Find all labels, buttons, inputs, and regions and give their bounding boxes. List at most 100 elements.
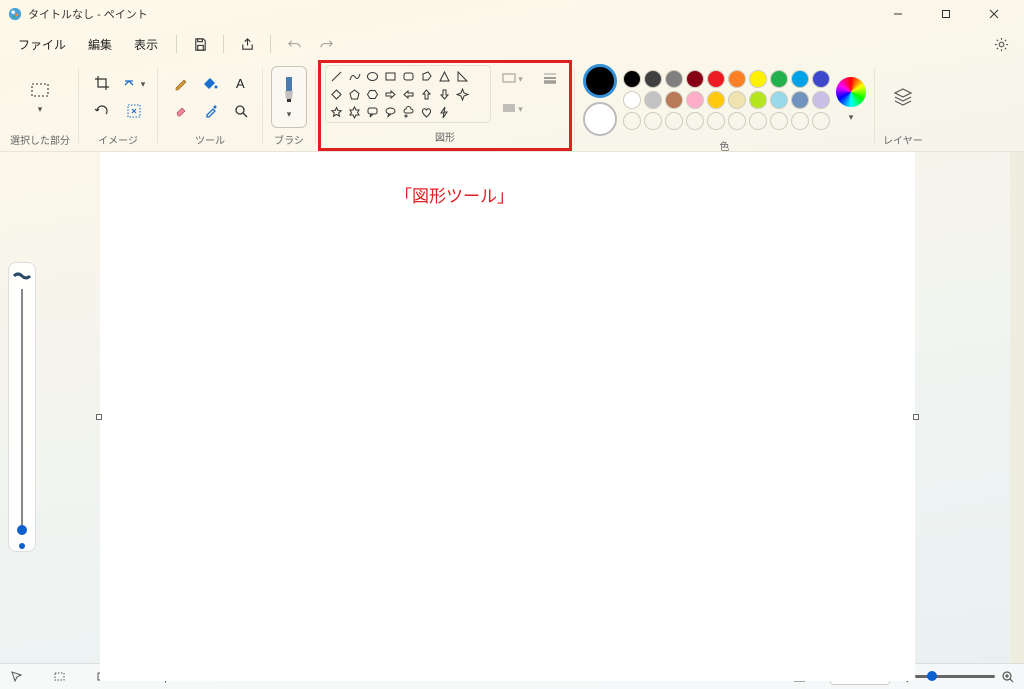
color-swatch[interactable] (707, 70, 725, 88)
group-brush: ▾ ブラシ (265, 60, 313, 151)
window-title: タイトルなし - ペイント (28, 6, 876, 22)
color-swatch[interactable] (707, 91, 725, 109)
maximize-button[interactable] (924, 0, 968, 28)
color-swatch[interactable] (791, 70, 809, 88)
color-swatch[interactable] (644, 70, 662, 88)
brush-tool[interactable]: ▾ (271, 66, 307, 128)
shape-oval[interactable] (364, 68, 380, 84)
color-swatch[interactable] (644, 91, 662, 109)
menu-edit[interactable]: 編集 (78, 32, 122, 57)
annotation-label: 「図形ツール」 (395, 182, 514, 207)
resize-handle-left[interactable] (96, 414, 102, 420)
layers-button[interactable] (885, 73, 921, 121)
color-swatch[interactable] (686, 91, 704, 109)
minimize-button[interactable] (876, 0, 920, 28)
shape-6point-star[interactable] (346, 104, 362, 120)
color-swatch-empty[interactable] (791, 112, 809, 130)
canvas[interactable] (100, 152, 915, 681)
settings-button[interactable] (986, 31, 1016, 57)
color-swatch-empty[interactable] (644, 112, 662, 130)
redo-button[interactable] (311, 31, 341, 57)
color-swatch[interactable] (623, 70, 641, 88)
shape-4point-star[interactable] (454, 86, 470, 102)
shape-triangle[interactable] (436, 68, 452, 84)
magnifier-tool[interactable] (226, 98, 256, 124)
crop-tool[interactable] (87, 70, 117, 96)
color-primary[interactable] (583, 64, 617, 98)
slider-track[interactable] (21, 289, 23, 535)
cursor-position (10, 670, 29, 683)
shape-arrow-down[interactable] (436, 86, 452, 102)
color-swatch[interactable] (812, 70, 830, 88)
resize-tool[interactable]: ▾ (119, 70, 149, 96)
text-tool[interactable]: A (226, 70, 256, 96)
color-swatch-empty[interactable] (749, 112, 767, 130)
scrollbar-vertical[interactable] (1010, 152, 1024, 663)
shape-polygon[interactable] (418, 68, 434, 84)
color-swatch[interactable] (791, 91, 809, 109)
brush-size-slider[interactable] (8, 262, 36, 552)
close-button[interactable] (972, 0, 1016, 28)
shape-fill-button[interactable]: ▾ (497, 95, 527, 121)
color-swatch[interactable] (770, 91, 788, 109)
shape-callout-oval[interactable] (382, 104, 398, 120)
shape-pentagon[interactable] (346, 86, 362, 102)
color-swatch-empty[interactable] (812, 112, 830, 130)
color-swatch-empty[interactable] (728, 112, 746, 130)
color-swatch[interactable] (728, 70, 746, 88)
resize-handle-right[interactable] (913, 414, 919, 420)
shape-arrow-up[interactable] (418, 86, 434, 102)
color-swatch[interactable] (728, 91, 746, 109)
color-swatch[interactable] (812, 91, 830, 109)
color-swatch-empty[interactable] (623, 112, 641, 130)
line-width-button[interactable] (535, 65, 565, 91)
edit-colors-button[interactable] (836, 77, 866, 107)
color-swatch-empty[interactable] (665, 112, 683, 130)
share-button[interactable] (232, 31, 262, 57)
shape-rounded-rectangle[interactable] (400, 68, 416, 84)
rotate-tool[interactable] (87, 98, 117, 124)
shape-curve[interactable] (346, 68, 362, 84)
shape-right-triangle[interactable] (454, 68, 470, 84)
shape-lightning[interactable] (436, 104, 452, 120)
color-swatch-empty[interactable] (770, 112, 788, 130)
color-swatch[interactable] (623, 91, 641, 109)
color-swatch[interactable] (749, 70, 767, 88)
color-swatch[interactable] (749, 91, 767, 109)
shape-arrow-right[interactable] (382, 86, 398, 102)
color-secondary[interactable] (583, 102, 617, 136)
zoom-in-button[interactable] (1001, 670, 1014, 683)
selection-size (53, 670, 72, 683)
undo-button[interactable] (279, 31, 309, 57)
shapes-gallery[interactable] (325, 65, 491, 123)
shape-5point-star[interactable] (328, 104, 344, 120)
shape-callout-cloud[interactable] (400, 104, 416, 120)
color-swatch[interactable] (665, 91, 683, 109)
shape-hexagon[interactable] (364, 86, 380, 102)
fill-tool[interactable] (196, 70, 226, 96)
shape-heart[interactable] (418, 104, 434, 120)
select-tool[interactable]: ▾ (22, 73, 58, 121)
color-swatch-empty[interactable] (686, 112, 704, 130)
shape-outline-button[interactable]: ▾ (497, 65, 527, 91)
selection-expand-tool[interactable] (119, 98, 149, 124)
color-swatch[interactable] (686, 70, 704, 88)
save-button[interactable] (185, 31, 215, 57)
color-swatch-empty[interactable] (707, 112, 725, 130)
separator (176, 35, 177, 53)
eyedropper-tool[interactable] (196, 98, 226, 124)
svg-text:A: A (236, 76, 245, 91)
zoom-slider[interactable] (915, 675, 995, 678)
color-swatch[interactable] (770, 70, 788, 88)
menu-view[interactable]: 表示 (124, 32, 168, 57)
slider-thumb[interactable] (17, 525, 27, 535)
shape-diamond[interactable] (328, 86, 344, 102)
pencil-tool[interactable] (166, 70, 196, 96)
eraser-tool[interactable] (166, 98, 196, 124)
shape-arrow-left[interactable] (400, 86, 416, 102)
shape-rectangle[interactable] (382, 68, 398, 84)
shape-callout-rounded[interactable] (364, 104, 380, 120)
color-swatch[interactable] (665, 70, 683, 88)
menu-file[interactable]: ファイル (8, 32, 76, 57)
shape-line[interactable] (328, 68, 344, 84)
